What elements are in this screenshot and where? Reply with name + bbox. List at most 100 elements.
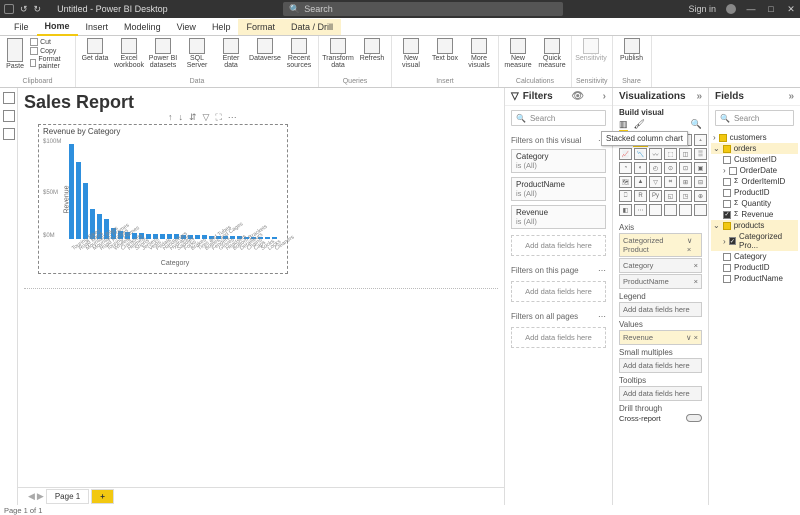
table-products[interactable]: ⌄products (711, 220, 798, 231)
visual-type-icon[interactable]: ◧ (619, 204, 632, 216)
smallm-well[interactable]: Add data fields here (619, 358, 702, 373)
recent-sources-button[interactable]: Recent sources (284, 38, 314, 69)
visual-type-icon[interactable] (664, 204, 677, 216)
more-icon[interactable]: ⋯ (598, 266, 606, 275)
selected-visual[interactable]: Revenue by Category Revenue Category $10… (38, 124, 288, 274)
report-view-icon[interactable] (3, 92, 15, 104)
collapse-icon[interactable]: » (788, 91, 794, 102)
maximize-button[interactable]: □ (766, 4, 776, 14)
filters-search[interactable]: 🔍Search (511, 110, 606, 126)
axis-well-sub2[interactable]: ProductName× (619, 274, 702, 289)
visual-type-icon[interactable]: ⊙ (664, 162, 677, 174)
new-measure-button[interactable]: New measure (503, 38, 533, 69)
visual-type-icon[interactable] (694, 204, 707, 216)
data-view-icon[interactable] (3, 110, 15, 122)
field-revenue[interactable]: ✓ΣRevenue (711, 209, 798, 220)
excel-button[interactable]: Excel workbook (114, 38, 144, 69)
redo-icon[interactable]: ↻ (34, 4, 42, 15)
visual-type-icon[interactable] (649, 204, 662, 216)
visual-type-icon[interactable]: ⌗ (664, 176, 677, 188)
page-tab-1[interactable]: Page 1 (46, 489, 89, 504)
visual-type-icon[interactable]: ⊕ (694, 190, 707, 202)
filter-drop-visual[interactable]: Add data fields here (511, 235, 606, 256)
visual-type-icon[interactable]: 📉 (634, 148, 647, 160)
field-orderitemid[interactable]: ΣOrderItemID (711, 176, 798, 187)
publish-button[interactable]: Publish (617, 38, 647, 62)
visual-type-icon[interactable]: ◐ (634, 162, 647, 174)
pbi-datasets-button[interactable]: Power BI datasets (148, 38, 178, 69)
field-productname[interactable]: ProductName (711, 273, 798, 284)
nav-right-icon[interactable]: ▶ (37, 491, 44, 502)
visual-type-icon[interactable]: ▒ (694, 148, 707, 160)
field-orderdate[interactable]: ›OrderDate (711, 165, 798, 176)
visual-type-icon[interactable]: ⎕ (619, 190, 632, 202)
save-icon[interactable] (4, 4, 14, 14)
quick-measure-button[interactable]: Quick measure (537, 38, 567, 69)
text-box-button[interactable]: Text box (430, 38, 460, 62)
tab-format[interactable]: Format (238, 19, 283, 35)
axis-well-sub[interactable]: Category× (619, 258, 702, 273)
copy-button[interactable]: Copy (30, 47, 71, 55)
table-orders[interactable]: ⌄orders (711, 143, 798, 154)
visual-type-icon[interactable]: R (634, 190, 647, 202)
visual-type-icon[interactable]: ⊡ (679, 162, 692, 174)
minimize-button[interactable]: — (746, 4, 756, 14)
visual-header-toolbar[interactable]: ↑↓⇵▽⛶⋯ (168, 112, 237, 123)
visual-type-icon[interactable]: ⊟ (694, 176, 707, 188)
field-customerid[interactable]: CustomerID (711, 154, 798, 165)
refresh-button[interactable]: Refresh (357, 38, 387, 62)
tab-help[interactable]: Help (204, 19, 239, 35)
tab-file[interactable]: File (6, 19, 37, 35)
titlebar-search[interactable]: 🔍 Search (283, 2, 563, 16)
add-page-button[interactable]: + (91, 489, 114, 504)
tab-view[interactable]: View (169, 19, 204, 35)
visual-type-icon[interactable]: ⬚ (664, 148, 677, 160)
account-icon[interactable] (726, 4, 736, 14)
transform-data-button[interactable]: Transform data (323, 38, 353, 69)
get-data-button[interactable]: Get data (80, 38, 110, 62)
visual-type-icon[interactable]: ⋯ (634, 204, 647, 216)
visual-type-icon[interactable]: ▣ (694, 162, 707, 174)
visual-type-icon[interactable]: ⫠ (694, 134, 707, 146)
visual-type-icon[interactable]: ▽ (649, 176, 662, 188)
filter-card-category[interactable]: Categoryis (All) (511, 149, 606, 173)
nav-left-icon[interactable]: ◀ (28, 491, 35, 502)
sensitivity-button[interactable]: Sensitivity (576, 38, 606, 62)
visual-type-icon[interactable] (679, 204, 692, 216)
visual-type-icon[interactable]: Py (649, 190, 662, 202)
tab-datadrill[interactable]: Data / Drill (283, 19, 341, 35)
sql-server-button[interactable]: SQL Server (182, 38, 212, 69)
filter-card-product[interactable]: ProductNameis (All) (511, 177, 606, 201)
tooltips-well[interactable]: Add data fields here (619, 386, 702, 401)
new-visual-button[interactable]: New visual (396, 38, 426, 69)
visual-type-icon[interactable]: ◔ (619, 162, 632, 174)
legend-well[interactable]: Add data fields here (619, 302, 702, 317)
tab-home[interactable]: Home (37, 18, 78, 36)
field-category[interactable]: Category (711, 251, 798, 262)
more-visuals-button[interactable]: More visuals (464, 38, 494, 69)
more-icon[interactable]: ⋯ (598, 312, 606, 321)
visual-type-icon[interactable]: ⊞ (679, 176, 692, 188)
paste-button[interactable]: Paste (4, 38, 26, 70)
field-productid[interactable]: ProductID (711, 187, 798, 198)
visual-type-icon[interactable]: 🗺 (619, 176, 632, 188)
cut-button[interactable]: Cut (30, 38, 71, 46)
model-view-icon[interactable] (3, 128, 15, 140)
filter-card-revenue[interactable]: Revenueis (All) (511, 205, 606, 229)
visual-type-icon[interactable]: ◴ (649, 162, 662, 174)
values-well[interactable]: Revenue∨ × (619, 330, 702, 345)
filter-drop-all[interactable]: Add data fields here (511, 327, 606, 348)
show-icon[interactable]: 👁 (571, 91, 584, 102)
dataverse-button[interactable]: Dataverse (250, 38, 280, 62)
fields-search[interactable]: 🔍Search (715, 110, 794, 126)
visual-type-icon[interactable]: 📈 (619, 148, 632, 160)
field-quantity[interactable]: ΣQuantity (711, 198, 798, 209)
field-categorized-product[interactable]: ›✓Categorized Pro... (711, 231, 798, 251)
filter-drop-page[interactable]: Add data fields here (511, 281, 606, 302)
format-painter-button[interactable]: Format painter (30, 56, 71, 70)
visual-type-icon[interactable]: ◳ (679, 190, 692, 202)
field-p-productid[interactable]: ProductID (711, 262, 798, 273)
table-customers[interactable]: ›customers (711, 132, 798, 143)
tab-insert[interactable]: Insert (78, 19, 117, 35)
report-canvas[interactable]: Sales Report ↑↓⇵▽⛶⋯ Revenue by Category … (18, 88, 504, 505)
